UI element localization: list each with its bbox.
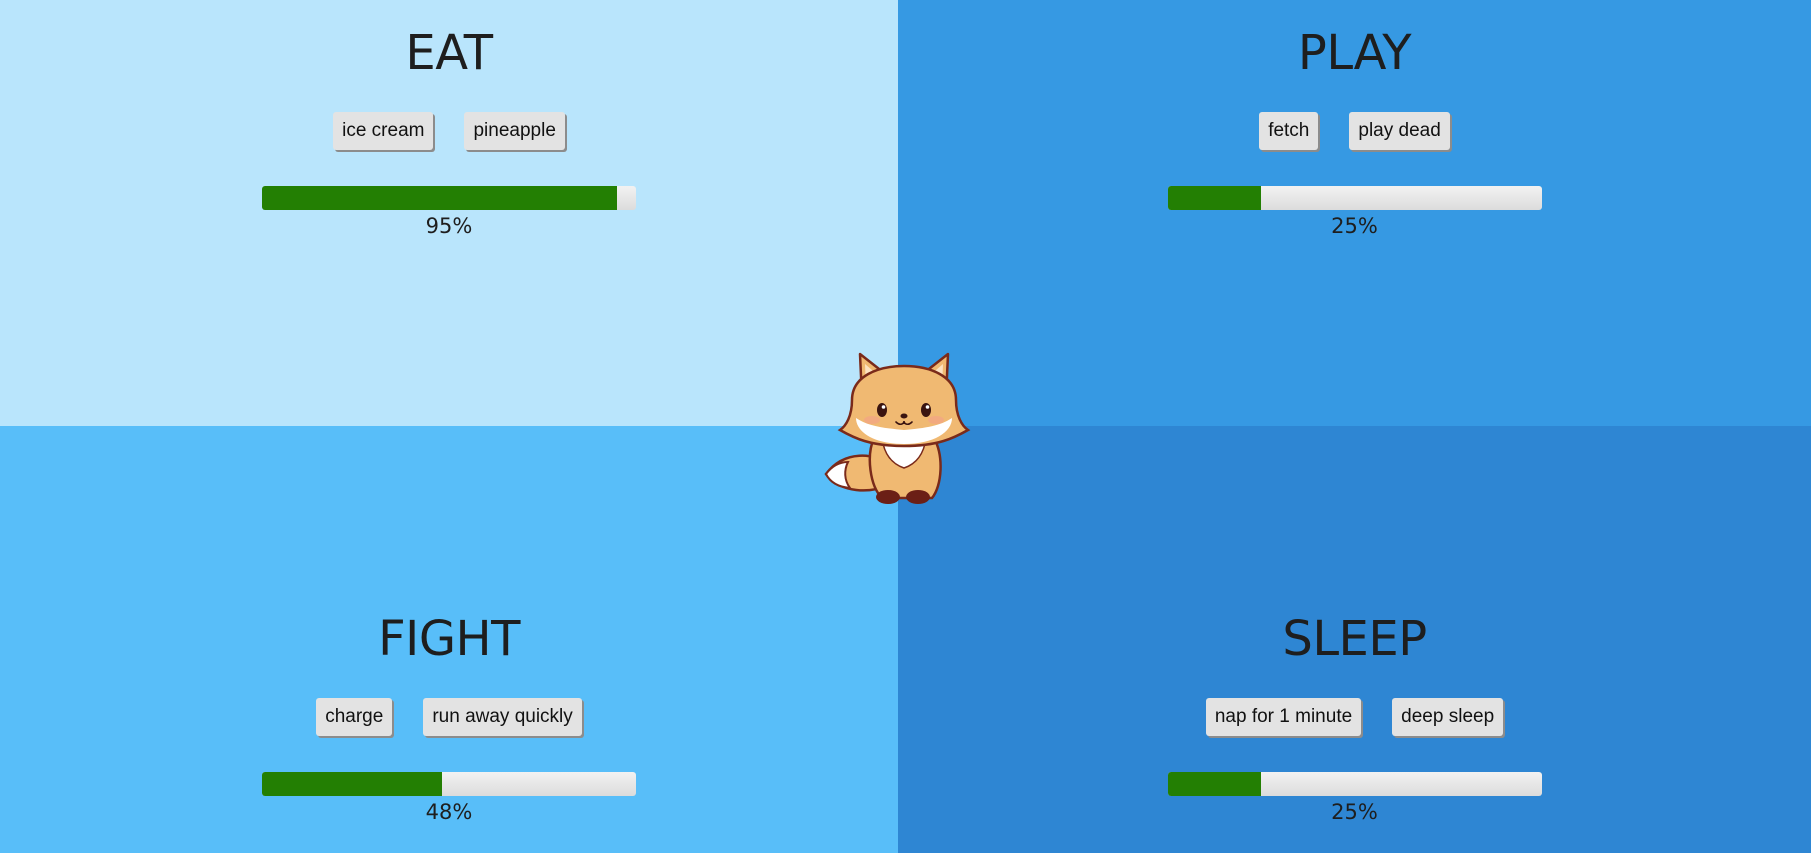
- sleep-actions: nap for 1 minute deep sleep: [898, 698, 1811, 738]
- eat-title: EAT: [405, 25, 493, 81]
- play-progress-fill: [1167, 186, 1261, 210]
- fight-title: FIGHT: [378, 611, 520, 667]
- play-panel: PLAY fetch play dead 25%: [898, 28, 1811, 238]
- deep-sleep-button[interactable]: deep sleep: [1392, 698, 1504, 736]
- ice-cream-button[interactable]: ice cream: [333, 112, 434, 150]
- eat-percent-label: 95%: [425, 214, 473, 238]
- eat-progress-bar: [262, 186, 636, 210]
- play-dead-button[interactable]: play dead: [1349, 112, 1450, 150]
- sleep-section: SLEEP nap for 1 minute deep sleep 25%: [898, 426, 1811, 853]
- play-title: PLAY: [1297, 25, 1412, 81]
- pineapple-button[interactable]: pineapple: [464, 112, 565, 150]
- eat-progress-fill: [262, 186, 618, 210]
- fight-percent-label: 48%: [425, 800, 473, 824]
- play-progress-bar: [1167, 186, 1542, 210]
- sleep-panel: SLEEP nap for 1 minute deep sleep 25%: [898, 614, 1811, 824]
- sleep-percent-label: 25%: [1331, 800, 1378, 824]
- fight-section: FIGHT charge run away quickly 48%: [0, 426, 898, 853]
- sleep-progress-bar: [1167, 772, 1542, 796]
- fetch-button[interactable]: fetch: [1259, 112, 1319, 150]
- sleep-progress-fill: [1167, 772, 1261, 796]
- play-percent-label: 25%: [1331, 214, 1378, 238]
- eat-panel: EAT ice cream pineapple 95%: [0, 28, 898, 238]
- play-actions: fetch play dead: [898, 112, 1811, 152]
- charge-button[interactable]: charge: [316, 698, 393, 736]
- eat-section: EAT ice cream pineapple 95%: [0, 0, 898, 426]
- nap-button[interactable]: nap for 1 minute: [1205, 698, 1362, 736]
- sleep-title: SLEEP: [1282, 611, 1427, 667]
- fight-actions: charge run away quickly: [0, 698, 898, 738]
- run-away-quickly-button[interactable]: run away quickly: [423, 698, 582, 736]
- fox-icon[interactable]: [822, 346, 974, 504]
- pet-game-board: EAT ice cream pineapple 95% PLAY fetch p…: [0, 0, 1811, 853]
- fight-progress-bar: [262, 772, 636, 796]
- play-section: PLAY fetch play dead 25%: [898, 0, 1811, 426]
- fight-panel: FIGHT charge run away quickly 48%: [0, 614, 898, 824]
- fight-progress-fill: [262, 772, 442, 796]
- eat-actions: ice cream pineapple: [0, 112, 898, 152]
